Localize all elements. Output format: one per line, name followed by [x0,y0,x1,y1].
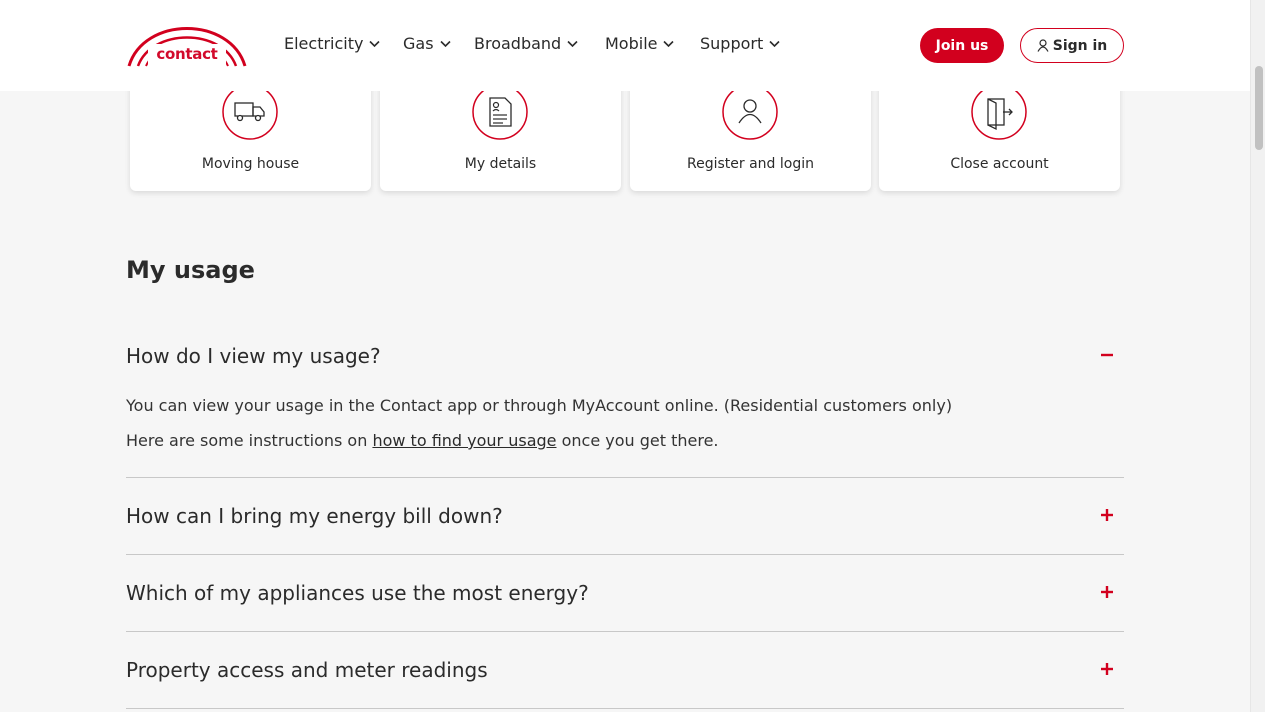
how-to-find-usage-link[interactable]: how to find your usage [372,431,556,450]
faq-question-text: How can I bring my energy bill down? [126,504,503,528]
document-icon [472,84,528,140]
nav-label: Mobile [605,34,658,53]
chevron-down-icon [439,40,451,47]
nav-label: Broadband [474,34,562,53]
user-icon [1037,39,1049,52]
contact-logo[interactable]: contact [126,22,248,68]
faq-question-bring-bill-down[interactable]: How can I bring my energy bill down? [126,498,1124,534]
logo-wordmark: contact [156,45,218,63]
answer-text: once you get there. [556,431,719,450]
join-us-button[interactable]: Join us [920,28,1004,63]
card-label: Register and login [687,156,814,172]
faq-answer-paragraph: Here are some instructions on how to fin… [126,431,1124,450]
user-icon [722,84,778,140]
chevron-down-icon [567,40,578,47]
nav-label: Gas [403,34,434,53]
chevron-down-icon [769,40,780,47]
plus-icon [1101,663,1113,675]
door-exit-icon [971,84,1027,140]
card-label: Close account [950,156,1049,172]
nav-gas[interactable]: Gas [403,34,451,53]
sign-in-button[interactable]: Sign in [1020,28,1124,63]
nav-electricity[interactable]: Electricity [284,34,381,53]
minus-icon [1101,353,1113,357]
nav-broadband[interactable]: Broadband [474,34,578,53]
nav-label: Electricity [284,34,364,53]
faq-question-text: How do I view my usage? [126,344,381,368]
divider [126,477,1124,478]
faq-question-appliances-energy[interactable]: Which of my appliances use the most ener… [126,575,1124,611]
card-label: Moving house [201,156,300,172]
faq-question-text: Property access and meter readings [126,658,488,682]
faq-question-view-usage[interactable]: How do I view my usage? [126,338,1124,374]
divider [126,708,1124,709]
plus-icon [1101,586,1113,598]
card-label: My details [464,156,537,172]
faq-answer-paragraph: You can view your usage in the Contact a… [126,396,953,415]
divider [126,631,1124,632]
site-header: contact Electricity Gas Broadband Mobile… [0,0,1250,91]
truck-icon [222,84,278,140]
chevron-down-icon [663,40,675,47]
vertical-scrollbar[interactable] [1250,0,1265,712]
nav-mobile[interactable]: Mobile [605,34,675,53]
nav-support[interactable]: Support [700,34,780,53]
section-title: My usage [126,256,255,284]
faq-question-property-access[interactable]: Property access and meter readings [126,652,1124,688]
answer-text: Here are some instructions on [126,431,373,450]
nav-label: Support [700,34,764,53]
divider [126,554,1124,555]
scrollbar-thumb[interactable] [1255,66,1263,150]
sign-in-label: Sign in [1052,37,1108,54]
chevron-down-icon [369,40,381,47]
plus-icon [1101,509,1113,521]
faq-question-text: Which of my appliances use the most ener… [126,581,589,605]
